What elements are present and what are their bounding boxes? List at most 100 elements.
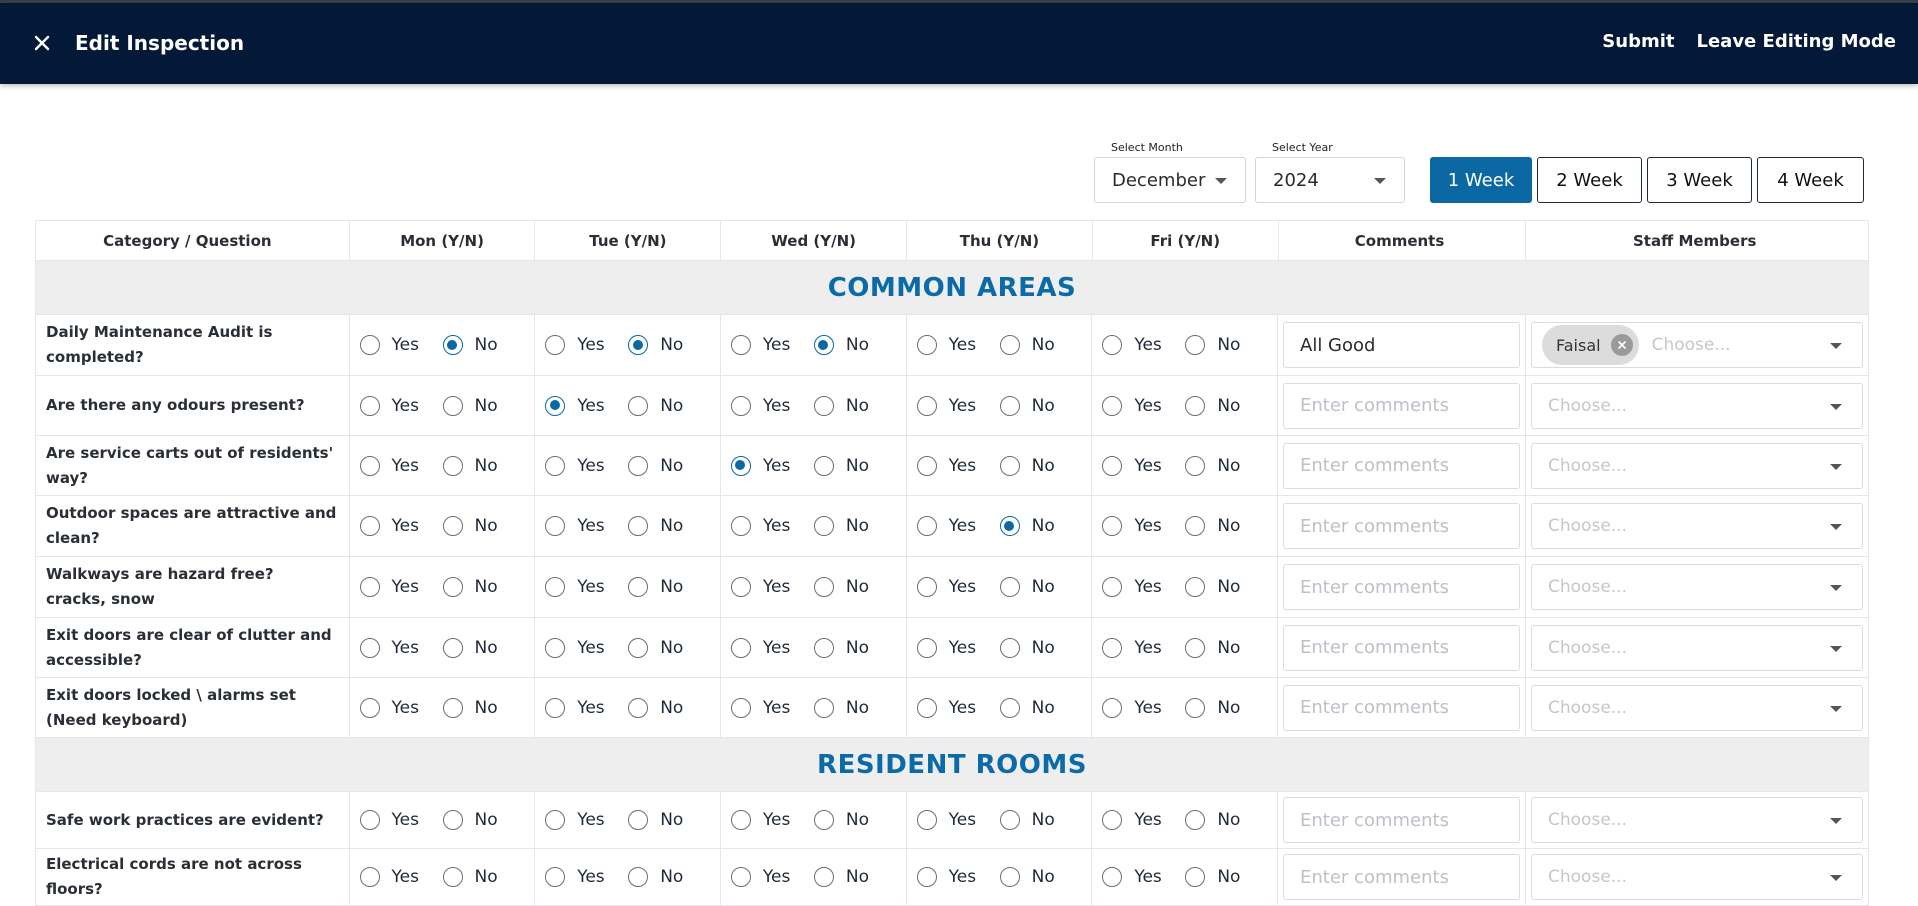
option-no[interactable]: No (813, 395, 869, 416)
radio-no[interactable] (813, 577, 834, 597)
option-yes[interactable]: Yes (1102, 577, 1185, 597)
option-no[interactable]: No (999, 516, 1055, 536)
radio-no[interactable] (628, 697, 649, 718)
option-yes[interactable]: Yes (916, 810, 1000, 830)
radio-no[interactable] (1185, 455, 1206, 476)
staff-select[interactable]: Choose... (1531, 442, 1864, 489)
option-yes[interactable]: Yes (730, 810, 814, 830)
radio-yes[interactable] (545, 810, 566, 830)
option-yes[interactable]: Yes (916, 577, 1000, 597)
radio-yes[interactable] (1102, 697, 1123, 718)
staff-select[interactable]: Choose... (1531, 797, 1864, 843)
radio-no[interactable] (813, 395, 834, 416)
option-yes[interactable]: Yes (545, 516, 628, 536)
option-yes[interactable]: Yes (545, 335, 628, 355)
option-no[interactable]: No (1185, 577, 1240, 597)
option-no[interactable]: No (813, 455, 869, 476)
week-4-button[interactable]: 4 Week (1757, 157, 1864, 203)
radio-yes[interactable] (1102, 810, 1123, 830)
option-no[interactable]: No (813, 867, 869, 887)
option-yes[interactable]: Yes (916, 455, 1000, 476)
option-yes[interactable]: Yes (730, 637, 814, 658)
option-no[interactable]: No (1185, 697, 1240, 718)
week-3-button[interactable]: 3 Week (1647, 157, 1752, 203)
radio-no[interactable] (628, 395, 649, 416)
option-no[interactable]: No (628, 577, 683, 597)
staff-select[interactable]: Choose... (1531, 684, 1864, 731)
radio-no[interactable] (442, 516, 463, 536)
radio-yes[interactable] (545, 455, 566, 476)
option-no[interactable]: No (999, 810, 1055, 830)
option-no[interactable]: No (1185, 810, 1240, 830)
radio-yes[interactable] (916, 577, 937, 597)
option-no[interactable]: No (1185, 516, 1240, 536)
option-yes[interactable]: Yes (545, 577, 628, 597)
option-yes[interactable]: Yes (359, 867, 443, 887)
option-yes[interactable]: Yes (1102, 810, 1185, 830)
radio-yes[interactable] (545, 637, 566, 658)
radio-no[interactable] (1185, 577, 1206, 597)
option-yes[interactable]: Yes (730, 867, 814, 887)
option-no[interactable]: No (1185, 637, 1240, 658)
option-yes[interactable]: Yes (1102, 697, 1185, 718)
option-no[interactable]: No (999, 335, 1055, 355)
option-no[interactable]: No (999, 637, 1055, 658)
remove-chip-icon[interactable] (1610, 334, 1633, 356)
radio-yes[interactable] (1102, 867, 1123, 887)
option-yes[interactable]: Yes (1102, 335, 1185, 355)
option-yes[interactable]: Yes (545, 697, 628, 718)
radio-no[interactable] (813, 516, 834, 536)
radio-yes[interactable] (359, 697, 380, 718)
staff-select[interactable]: Choose... (1531, 564, 1864, 610)
option-no[interactable]: No (813, 637, 869, 658)
option-no[interactable]: No (628, 867, 683, 887)
option-yes[interactable]: Yes (545, 637, 628, 658)
year-select[interactable]: 2024 (1255, 157, 1405, 203)
radio-yes[interactable] (1102, 395, 1123, 416)
option-no[interactable]: No (813, 697, 869, 718)
option-yes[interactable]: Yes (730, 395, 814, 416)
radio-no[interactable] (1185, 810, 1206, 830)
option-yes[interactable]: Yes (916, 867, 1000, 887)
radio-no[interactable] (813, 697, 834, 718)
option-no[interactable]: No (813, 810, 869, 830)
option-yes[interactable]: Yes (730, 516, 814, 536)
staff-select[interactable]: Faisal Choose... (1531, 322, 1864, 368)
radio-yes[interactable] (730, 637, 751, 658)
option-yes[interactable]: Yes (359, 577, 443, 597)
option-yes[interactable]: Yes (359, 810, 443, 830)
comments-input[interactable]: Enter comments (1283, 684, 1521, 731)
option-no[interactable]: No (628, 697, 683, 718)
radio-yes[interactable] (359, 577, 380, 597)
radio-yes[interactable] (545, 697, 566, 718)
radio-no[interactable] (628, 867, 649, 887)
submit-button[interactable]: Submit (1602, 31, 1674, 52)
option-no[interactable]: No (999, 455, 1055, 476)
radio-yes[interactable] (730, 335, 751, 355)
option-yes[interactable]: Yes (1102, 516, 1185, 536)
option-no[interactable]: No (999, 577, 1055, 597)
staff-select[interactable]: Choose... (1531, 382, 1864, 429)
option-no[interactable]: No (442, 577, 498, 597)
option-no[interactable]: No (442, 867, 498, 887)
option-yes[interactable]: Yes (359, 516, 443, 536)
option-no[interactable]: No (813, 335, 869, 355)
option-no[interactable]: No (442, 516, 498, 536)
radio-yes[interactable] (1102, 516, 1123, 536)
radio-yes[interactable] (359, 867, 380, 887)
radio-no[interactable] (1185, 867, 1206, 887)
radio-yes[interactable] (1102, 335, 1123, 355)
radio-no[interactable] (442, 867, 463, 887)
staff-select[interactable]: Choose... (1531, 624, 1864, 671)
radio-no[interactable] (628, 810, 649, 830)
radio-no[interactable] (813, 335, 834, 355)
option-no[interactable]: No (442, 697, 498, 718)
radio-yes[interactable] (730, 810, 751, 830)
radio-no[interactable] (999, 577, 1020, 597)
option-yes[interactable]: Yes (730, 697, 814, 718)
radio-yes[interactable] (1102, 637, 1123, 658)
radio-no[interactable] (999, 395, 1020, 416)
option-no[interactable]: No (442, 810, 498, 830)
radio-yes[interactable] (916, 335, 937, 355)
radio-yes[interactable] (730, 395, 751, 416)
